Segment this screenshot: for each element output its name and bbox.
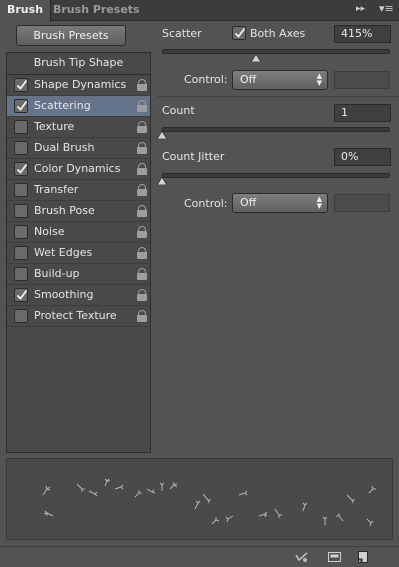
scatter-label: Scatter [162,27,202,40]
brush-presets-button[interactable]: Brush Presets [16,25,126,46]
option-checkbox[interactable] [14,99,28,113]
option-label: Color Dynamics [34,162,121,175]
both-axes-label: Both Axes [250,27,306,40]
scatter-control-dropdown[interactable]: Off ▲ ▼ [232,70,328,90]
count-jitter-control-label: Control: [184,197,228,210]
option-protect-texture[interactable]: Protect Texture [7,306,150,327]
option-label: Noise [34,225,65,238]
collapse-arrows-icon[interactable]: ▸▸ [356,4,365,14]
count-jitter-control-dropdown[interactable]: Off ▲ ▼ [232,193,328,213]
option-label: Texture [34,120,75,133]
divider [157,96,399,97]
option-checkbox[interactable] [14,204,28,218]
count-slider-thumb[interactable] [157,131,167,139]
option-checkbox[interactable] [14,288,28,302]
option-checkbox[interactable] [14,309,28,323]
lock-icon[interactable] [137,247,147,259]
checkmark-icon [16,79,28,90]
option-label: Protect Texture [34,309,117,322]
lock-icon[interactable] [137,79,147,91]
scatter-slider[interactable] [162,49,390,54]
option-label: Dual Brush [34,141,95,154]
option-scattering[interactable]: Scattering [7,96,150,117]
bottom-bar [0,546,399,567]
lock-icon[interactable] [137,226,147,238]
lock-icon[interactable] [137,310,147,322]
brush-stroke-preview [6,458,393,540]
option-checkbox[interactable] [14,183,28,197]
option-transfer[interactable]: Transfer [7,180,150,201]
lock-icon[interactable] [137,205,147,217]
option-checkbox[interactable] [14,246,28,260]
tab-brush[interactable]: Brush [0,0,52,22]
count-jitter-value-field[interactable]: 0% [334,148,391,166]
dandelion-stroke-preview [42,478,376,527]
option-label: Shape Dynamics [34,78,127,91]
both-axes-checkbox[interactable] [232,26,246,40]
scatter-control-label: Control: [184,73,228,86]
option-checkbox[interactable] [14,120,28,134]
lock-icon[interactable] [137,121,147,133]
count-value-field[interactable]: 1 [334,104,391,122]
count-jitter-control-field [334,194,390,212]
tab-brush-presets[interactable]: Brush Presets [46,0,147,21]
option-brush-pose[interactable]: Brush Pose [7,201,150,222]
tab-bar: Brush Brush Presets ▸▸ ▾≡ [0,0,399,22]
brush-tip-shape-item[interactable]: Brush Tip Shape [7,53,150,75]
create-new-brush-icon[interactable] [356,551,369,563]
option-noise[interactable]: Noise [7,222,150,243]
option-texture[interactable]: Texture [7,117,150,138]
scatter-control-field [334,71,390,89]
lock-icon[interactable] [137,184,147,196]
checkmark-icon [16,163,28,174]
scatter-control-value: Off [240,73,257,86]
lock-icon[interactable] [137,163,147,175]
brush-grid-icon[interactable] [328,551,341,563]
count-label: Count [162,104,195,117]
checkmark-icon [16,289,28,300]
option-label: Scattering [34,99,91,112]
scatter-value-field[interactable]: 415% [334,25,391,43]
checkmark-icon [16,100,28,111]
lock-icon[interactable] [137,142,147,154]
option-smoothing[interactable]: Smoothing [7,285,150,306]
dropdown-arrows-icon: ▲ ▼ [316,72,322,87]
count-jitter-control-value: Off [240,196,257,209]
scatter-slider-thumb[interactable] [251,54,261,62]
dropdown-arrows-icon: ▲ ▼ [316,195,322,210]
count-jitter-slider[interactable] [162,173,390,178]
option-label: Smoothing [34,288,94,301]
lock-icon[interactable] [137,268,147,280]
option-label: Transfer [34,183,79,196]
count-slider[interactable] [162,127,390,132]
option-label: Brush Pose [34,204,95,217]
option-checkbox[interactable] [14,162,28,176]
checkmark-icon [234,27,246,38]
option-label: Wet Edges [34,246,93,259]
option-checkbox[interactable] [14,141,28,155]
option-label: Build-up [34,267,80,280]
lock-icon[interactable] [137,289,147,301]
option-checkbox[interactable] [14,225,28,239]
option-dual-brush[interactable]: Dual Brush [7,138,150,159]
option-shape-dynamics[interactable]: Shape Dynamics [7,75,150,96]
option-color-dynamics[interactable]: Color Dynamics [7,159,150,180]
count-jitter-label: Count Jitter [162,150,225,163]
lock-icon[interactable] [137,100,147,112]
count-jitter-slider-thumb[interactable] [157,177,167,185]
option-wet-edges[interactable]: Wet Edges [7,243,150,264]
brush-options-list: Brush Tip Shape Shape Dynamics Scattering… [6,52,151,453]
option-build-up[interactable]: Build-up [7,264,150,285]
option-checkbox[interactable] [14,78,28,92]
toggle-live-tip-preview-icon[interactable] [295,551,308,563]
option-checkbox[interactable] [14,267,28,281]
panel-menu-icon[interactable]: ▾≡ [379,2,394,15]
